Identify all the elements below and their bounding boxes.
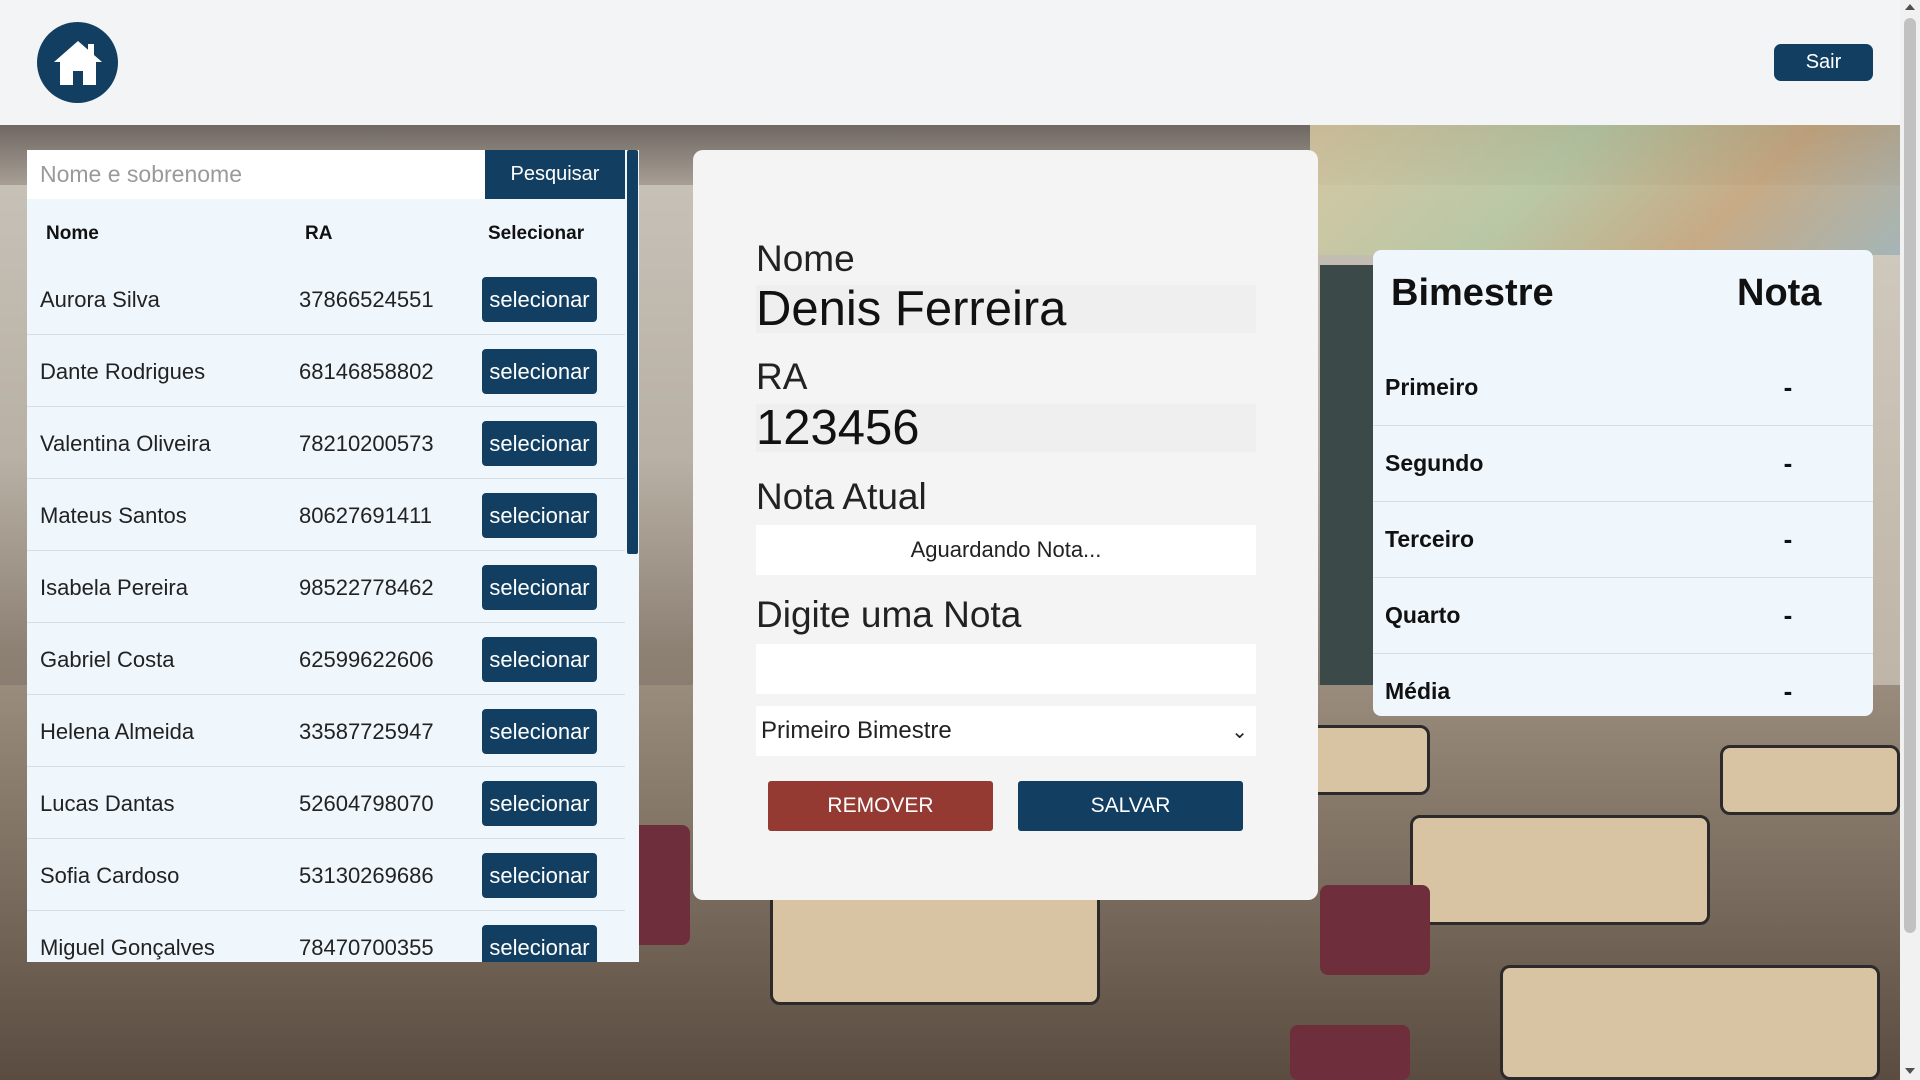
nome-label: Nome (756, 238, 855, 279)
student-name: Lucas Dantas (40, 791, 175, 816)
grades-table-panel: Bimestre Nota Primeiro - Segundo - Terce… (1373, 250, 1873, 716)
bimestre-name: Segundo (1385, 450, 1484, 476)
bimestre-name: Quarto (1385, 602, 1461, 628)
student-list-panel: Pesquisar Nome RA Selecionar Aurora Silv… (27, 150, 639, 962)
desk (770, 885, 1100, 1005)
home-icon (53, 40, 102, 85)
desk (1500, 965, 1880, 1080)
table-row: Helena Almeida 33587725947 selecionar (27, 695, 625, 767)
top-bar: Sair (0, 0, 1900, 125)
wall-map (1310, 125, 1900, 255)
student-name: Dante Rodrigues (40, 359, 206, 384)
student-ra: 78210200573 (299, 431, 434, 456)
student-ra: 33587725947 (299, 719, 434, 744)
column-header-ra: RA (305, 223, 333, 244)
student-name-value: Denis Ferreira (756, 285, 1256, 334)
nota-atual-label: Nota Atual (756, 476, 927, 517)
table-row: Dante Rodrigues 68146858802 selecionar (27, 335, 625, 407)
bimestre-name: Média (1385, 678, 1451, 704)
desk (1720, 745, 1900, 815)
student-ra: 78470700355 (299, 935, 434, 960)
select-student-button[interactable]: selecionar (482, 421, 597, 466)
bimestre-name: Primeiro (1385, 374, 1479, 400)
student-ra: 80627691411 (299, 503, 432, 528)
table-row: Isabela Pereira 98522778462 selecionar (27, 551, 625, 623)
student-name: Miguel Gonçalves (40, 935, 215, 960)
search-input[interactable] (27, 150, 485, 199)
grade-value: - (1783, 600, 1793, 630)
select-student-button[interactable]: selecionar (482, 637, 597, 682)
student-name: Gabriel Costa (40, 647, 175, 672)
student-name: Valentina Oliveira (40, 431, 211, 456)
select-student-button[interactable]: selecionar (482, 709, 597, 754)
column-header-selecionar: Selecionar (488, 223, 585, 244)
grade-value: - (1783, 448, 1793, 478)
ra-label: RA (756, 356, 808, 397)
grade-row: Primeiro - (1373, 350, 1873, 426)
column-header-nota: Nota (1737, 272, 1822, 314)
student-ra: 62599622606 (299, 647, 434, 672)
grade-value: - (1783, 372, 1793, 402)
page-scrollbar[interactable] (1900, 0, 1920, 1080)
grade-value: - (1783, 524, 1793, 554)
grade-value: - (1783, 676, 1793, 706)
student-name: Mateus Santos (40, 503, 187, 528)
table-row: Aurora Silva 37866524551 selecionar (27, 263, 625, 335)
search-button[interactable]: Pesquisar (485, 150, 625, 199)
chair (1320, 885, 1430, 975)
student-name: Isabela Pereira (40, 575, 188, 600)
current-grade-display: Aguardando Nota... (756, 525, 1256, 575)
select-student-button[interactable]: selecionar (482, 853, 597, 898)
bimestre-selected-value: Primeiro Bimestre (761, 717, 952, 744)
table-row: Gabriel Costa 62599622606 selecionar (27, 623, 625, 695)
select-student-button[interactable]: selecionar (482, 277, 597, 322)
bimestre-select[interactable]: Primeiro Bimestre ⌄ (756, 706, 1256, 756)
table-row: Valentina Oliveira 78210200573 seleciona… (27, 407, 625, 479)
list-scrollbar-thumb[interactable] (627, 150, 638, 554)
remove-button[interactable]: REMOVER (768, 781, 993, 831)
select-student-button[interactable]: selecionar (482, 781, 597, 826)
grade-row: Quarto - (1373, 578, 1873, 654)
grade-row: Segundo - (1373, 426, 1873, 502)
save-button[interactable]: SALVAR (1018, 781, 1243, 831)
page-scrollbar-thumb[interactable] (1904, 18, 1916, 933)
grade-form-panel: Nome Denis Ferreira RA 123456 Nota Atual… (693, 150, 1318, 900)
grade-row-average: Média - (1373, 654, 1873, 716)
select-student-button[interactable]: selecionar (482, 925, 597, 962)
student-ra-value: 123456 (756, 404, 1256, 453)
digite-nota-label: Digite uma Nota (756, 594, 1022, 635)
student-ra: 53130269686 (299, 863, 434, 888)
select-student-button[interactable]: selecionar (482, 349, 597, 394)
column-header-bimestre: Bimestre (1391, 272, 1554, 314)
logout-button[interactable]: Sair (1774, 44, 1873, 81)
table-row: Mateus Santos 80627691411 selecionar (27, 479, 625, 551)
student-ra: 68146858802 (299, 359, 434, 384)
chair (1290, 1025, 1410, 1080)
student-name: Aurora Silva (40, 287, 160, 312)
scroll-down-arrow-icon[interactable] (1905, 1068, 1915, 1074)
select-student-button[interactable]: selecionar (482, 493, 597, 538)
search-bar: Pesquisar (27, 150, 625, 199)
table-row: Lucas Dantas 52604798070 selecionar (27, 767, 625, 839)
student-name: Sofia Cardoso (40, 863, 180, 888)
table-row: Sofia Cardoso 53130269686 selecionar (27, 839, 625, 911)
table-header: Nome RA Selecionar (27, 199, 625, 263)
desk (1410, 815, 1710, 925)
student-name: Helena Almeida (40, 719, 195, 744)
select-student-button[interactable]: selecionar (482, 565, 597, 610)
grade-input[interactable] (756, 644, 1256, 694)
student-ra: 98522778462 (299, 575, 434, 600)
home-button[interactable] (37, 22, 118, 103)
column-header-nome: Nome (46, 223, 99, 244)
bimestre-name: Terceiro (1385, 526, 1475, 552)
student-ra: 52604798070 (299, 791, 434, 816)
grade-row: Terceiro - (1373, 502, 1873, 578)
scroll-up-arrow-icon[interactable] (1905, 4, 1915, 10)
chevron-down-icon: ⌄ (1231, 721, 1248, 743)
table-row: Miguel Gonçalves 78470700355 selecionar (27, 911, 625, 962)
student-ra: 37866524551 (299, 287, 434, 312)
